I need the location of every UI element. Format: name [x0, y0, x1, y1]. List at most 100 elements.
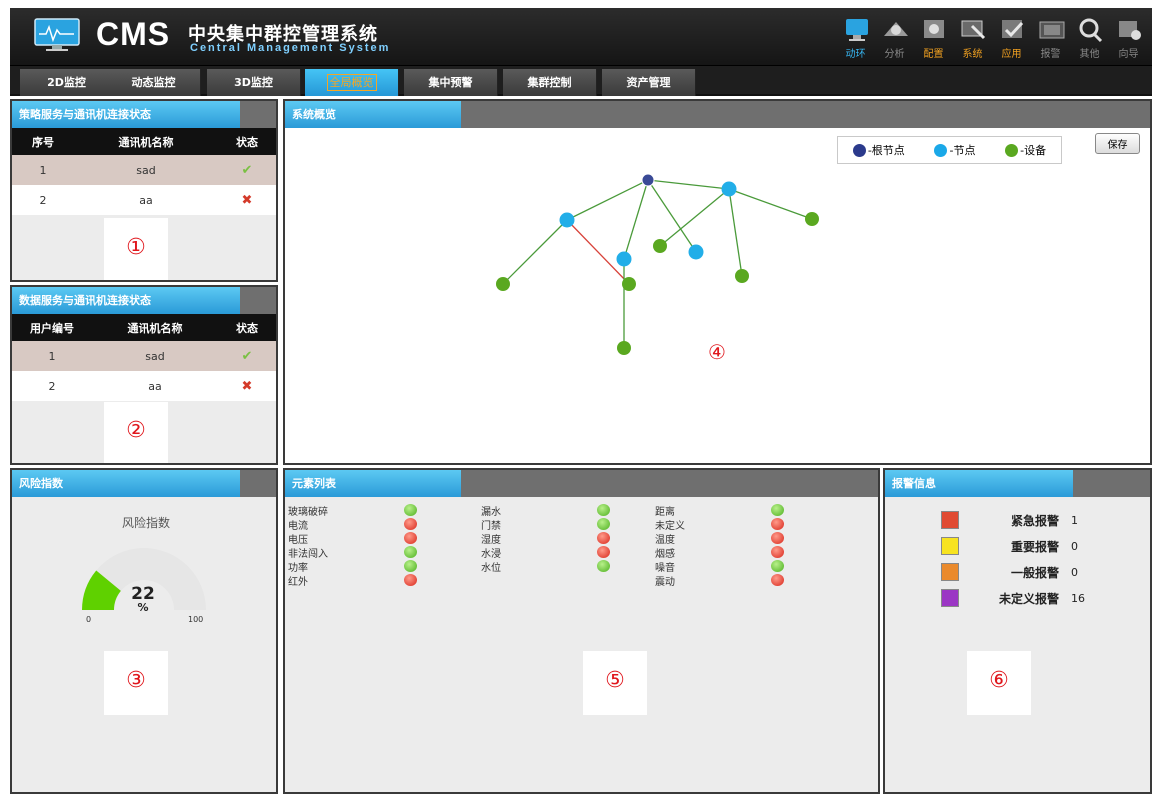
alarm-row[interactable]: 未定义报警 16 [941, 588, 1085, 608]
nav-tab-label: 3D监控 [234, 76, 273, 89]
alarm-row[interactable]: 一般报警 0 [941, 562, 1078, 582]
alarm-count: 0 [1071, 539, 1078, 553]
alarm-color-icon [941, 563, 959, 581]
element-row[interactable]: 距离 [655, 503, 805, 518]
toolbar-label: 分析 [884, 49, 905, 60]
element-column: 距离 未定义 温度 烟感 噪音震动 [655, 503, 805, 588]
system-overview-panel: 系统概览 -根节点 -节点 -设备 保存 ④ [283, 99, 1152, 465]
alarm-icon [1031, 16, 1070, 44]
panel-number-badge: ① [104, 218, 168, 280]
element-name: 水位 [481, 563, 501, 574]
status-lamp-icon [597, 560, 610, 572]
topology-node[interactable] [688, 244, 704, 260]
application-icon [992, 16, 1031, 44]
topology-link [623, 179, 649, 260]
toolbar-button-other[interactable]: 其他 [1070, 16, 1109, 60]
topology-node[interactable] [559, 212, 575, 228]
nav-tab-label: 动态监控 [131, 76, 176, 89]
topology-device[interactable] [653, 239, 667, 253]
topology-node[interactable] [721, 181, 737, 197]
status-lamp-icon [404, 518, 417, 530]
toolbar-label: 系统 [962, 49, 983, 60]
element-name: 红外 [288, 577, 308, 588]
panel-header: 元素列表 [285, 470, 878, 497]
toolbar-button-system[interactable]: 系统 [953, 16, 992, 60]
topology-device[interactable] [496, 277, 510, 291]
element-row[interactable]: 湿度 [481, 531, 631, 546]
nav-tab-6[interactable]: 集群控制 [503, 69, 597, 96]
topology-link [502, 219, 568, 285]
element-name: 震动 [655, 577, 675, 588]
element-row[interactable]: 电流 [288, 517, 438, 532]
topology-device[interactable] [735, 269, 749, 283]
status-error-icon: ✖ [218, 185, 276, 215]
column-header: 用户编号 [12, 314, 92, 341]
element-row[interactable]: 漏水 [481, 503, 631, 518]
status-lamp-icon [404, 504, 417, 516]
status-lamp-icon [771, 518, 784, 530]
element-row[interactable]: 非法闯入 [288, 545, 438, 560]
topology-link [659, 188, 730, 247]
alarm-row[interactable]: 重要报警 0 [941, 536, 1078, 556]
nav-tab-label: 全局概览 [326, 74, 377, 91]
element-row[interactable]: 水浸 [481, 545, 631, 560]
table-row[interactable]: 1 sad ✔ [12, 341, 276, 371]
table-row[interactable]: 1 sad ✔ [12, 155, 276, 185]
element-row[interactable]: 噪音 [655, 559, 805, 574]
root-node[interactable] [641, 173, 655, 187]
topology-device[interactable] [617, 341, 631, 355]
nav-tab-3[interactable]: 3D监控 [207, 69, 301, 96]
panel-title: 策略服务与通讯机连接状态 [12, 101, 240, 128]
toolbar-button-wizard[interactable]: 向导 [1109, 16, 1148, 60]
nav-tab-1[interactable]: 2D监控 [20, 69, 114, 96]
element-row[interactable]: 温度 [655, 531, 805, 546]
panel-title: 风险指数 [12, 470, 240, 497]
topology-device[interactable] [805, 212, 819, 226]
panel-title: 系统概览 [285, 101, 461, 128]
toolbar-label: 向导 [1118, 49, 1139, 60]
strategy-service-panel: 策略服务与通讯机连接状态 序号 通讯机名称 状态 1 sad ✔ 2 aa ✖ ① [10, 99, 278, 282]
element-row[interactable]: 震动 [655, 573, 805, 588]
panel-title: 报警信息 [885, 470, 1073, 497]
toolbar-button-monitor[interactable]: 动环 [836, 16, 875, 60]
toolbar-button-analysis[interactable]: 分析 [875, 16, 914, 60]
element-row[interactable]: 功率 [288, 559, 438, 574]
toolbar-button-alarm[interactable]: 报警 [1031, 16, 1070, 60]
column-header: 状态 [218, 128, 276, 155]
column-header: 状态 [218, 314, 276, 341]
table-row[interactable]: 2 aa ✖ [12, 371, 276, 401]
element-row[interactable]: 未定义 [655, 517, 805, 532]
topology-node[interactable] [616, 251, 632, 267]
nav-tab-7[interactable]: 资产管理 [602, 69, 696, 96]
toolbar-button-config[interactable]: 配置 [914, 16, 953, 60]
table-row[interactable]: 2 aa ✖ [12, 185, 276, 215]
alarm-label: 重要报警 [1010, 539, 1059, 554]
wizard-icon [1109, 16, 1148, 44]
nav-tab-4[interactable]: 全局概览 [305, 69, 399, 96]
alarm-count: 1 [1071, 513, 1078, 527]
element-row[interactable]: 烟感 [655, 545, 805, 560]
alarm-count: 0 [1071, 565, 1078, 579]
toolbar-label: 动环 [845, 49, 866, 60]
main-nav: 2D监控 动态监控 3D监控 全局概览 集中预警 集群控制 资产管理 [10, 66, 1152, 96]
alarm-row[interactable]: 紧急报警 1 [941, 510, 1078, 530]
toolbar-label: 配置 [923, 49, 944, 60]
nav-tab-5[interactable]: 集中预警 [404, 69, 498, 96]
toolbar-label: 报警 [1040, 49, 1061, 60]
toolbar-button-application[interactable]: 应用 [992, 16, 1031, 60]
element-row[interactable]: 门禁 [481, 517, 631, 532]
topology-device[interactable] [622, 277, 636, 291]
alarm-color-icon [941, 511, 959, 529]
status-lamp-icon [771, 546, 784, 558]
element-row[interactable]: 电压 [288, 531, 438, 546]
row-name: sad [92, 341, 218, 371]
topology-graph[interactable] [285, 128, 1152, 465]
app-window: CMS 中央集中群控管理系统 Central Management System… [0, 0, 1152, 796]
element-column: 漏水 门禁 湿度 水浸水位 [481, 503, 631, 574]
element-row[interactable]: 玻璃破碎 [288, 503, 438, 518]
element-row[interactable]: 红外 [288, 573, 438, 588]
panel-number-badge: ③ [104, 651, 168, 715]
nav-tab-2[interactable]: 动态监控 [107, 69, 201, 96]
row-name: aa [92, 371, 218, 401]
element-row[interactable]: 水位 [481, 559, 631, 574]
